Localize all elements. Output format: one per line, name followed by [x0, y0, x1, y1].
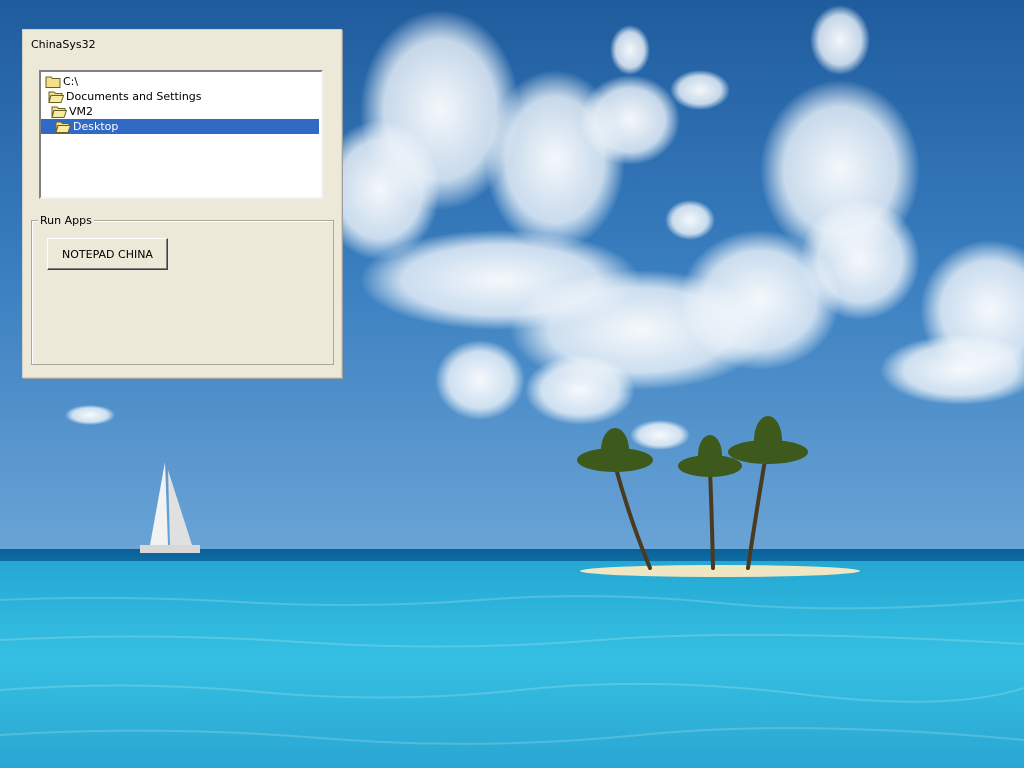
tree-item-desktop[interactable]: Desktop	[41, 119, 319, 134]
folder-tree[interactable]: C:\ Documents and Settings VM2 Desktop	[39, 70, 323, 199]
folder-icon	[45, 76, 61, 88]
tree-item-documents-and-settings[interactable]: Documents and Settings	[48, 89, 202, 104]
tree-item-label: Desktop	[73, 120, 119, 133]
window-title: ChinaSys32	[31, 38, 96, 51]
folder-open-icon	[55, 121, 71, 133]
run-apps-label: Run Apps	[38, 214, 94, 227]
folder-open-icon	[48, 91, 64, 103]
folder-open-icon	[51, 106, 67, 118]
run-apps-group: Run Apps NOTEPAD CHINA	[31, 214, 334, 365]
notepad-china-button[interactable]: NOTEPAD CHINA	[47, 238, 168, 270]
tree-item-label: C:\	[63, 75, 79, 88]
tree-item-label: Documents and Settings	[66, 90, 202, 103]
desktop: ChinaSys32 C:\ Documents and Settings VM…	[0, 0, 1024, 768]
chinasys32-window: ChinaSys32 C:\ Documents and Settings VM…	[22, 29, 342, 378]
tree-item-vm2[interactable]: VM2	[51, 104, 93, 119]
tree-item-label: VM2	[69, 105, 94, 118]
tree-item-c-drive[interactable]: C:\	[45, 74, 78, 89]
